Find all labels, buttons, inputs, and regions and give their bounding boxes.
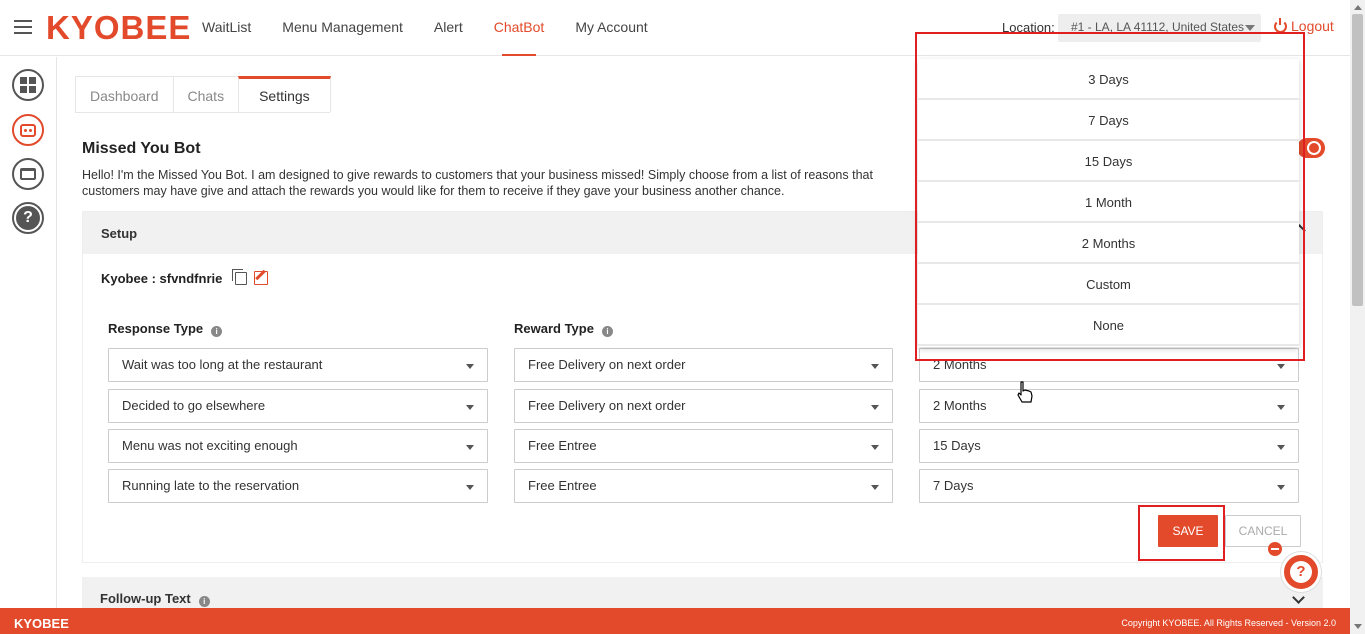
menu-item-3-days[interactable]: 3 Days [918, 59, 1299, 100]
scroll-thumb[interactable] [1352, 14, 1363, 306]
cake-icon[interactable] [12, 158, 44, 190]
chevron-down-icon [1277, 445, 1285, 450]
chevron-down-icon [466, 405, 474, 410]
chevron-down-icon [1277, 405, 1285, 410]
logout-link[interactable]: Logout [1274, 18, 1334, 34]
bot-enable-toggle[interactable] [1297, 138, 1325, 158]
menu-item-1-month[interactable]: 1 Month [918, 182, 1299, 223]
footer-brand: KYOBEE [14, 616, 69, 631]
chatbot-icon[interactable] [12, 114, 44, 146]
chevron-down-icon [1277, 364, 1285, 369]
nav-chatbot[interactable]: ChatBot [494, 0, 544, 56]
response-type-select[interactable]: Wait was too long at the restaurant [108, 348, 488, 382]
duration-select[interactable]: 15 Days [919, 429, 1299, 463]
chevron-down-icon [871, 364, 879, 369]
chevron-down-icon[interactable] [1292, 591, 1305, 604]
response-type-header: Response Type i [108, 321, 223, 337]
chevron-down-icon [1245, 25, 1255, 31]
duration-select[interactable]: 7 Days [919, 469, 1299, 503]
logout-label: Logout [1291, 18, 1334, 34]
location-select[interactable]: #1 - LA, LA 41112, United States [1058, 14, 1261, 42]
scroll-up-icon[interactable] [1354, 5, 1362, 10]
hamburger-menu-icon[interactable] [14, 20, 32, 34]
nav-waitlist[interactable]: WaitList [202, 0, 251, 56]
chevron-down-icon [871, 405, 879, 410]
main-nav: WaitList Menu Management Alert ChatBot M… [202, 0, 679, 56]
page-title: Missed You Bot [82, 140, 201, 157]
menu-item-none[interactable]: None [918, 305, 1299, 346]
dashboard-icon[interactable] [12, 69, 44, 101]
menu-item-15-days[interactable]: 15 Days [918, 141, 1299, 182]
nav-alert[interactable]: Alert [434, 0, 463, 56]
nav-my-account[interactable]: My Account [575, 0, 647, 56]
response-type-select[interactable]: Decided to go elsewhere [108, 389, 488, 423]
reward-type-select[interactable]: Free Delivery on next order [514, 389, 893, 423]
chevron-down-icon [466, 364, 474, 369]
cancel-button[interactable]: CANCEL [1225, 515, 1301, 547]
duration-select[interactable]: 2 Months [919, 348, 1299, 382]
footer: KYOBEE Copyright KYOBEE. All Rights Rese… [0, 608, 1350, 634]
footer-copyright: Copyright KYOBEE. All Rights Reserved - … [1121, 618, 1336, 628]
info-icon[interactable]: i [211, 326, 223, 337]
question-icon: ? [1290, 561, 1312, 583]
reward-type-select[interactable]: Free Entree [514, 429, 893, 463]
setup-label: Setup [101, 226, 138, 241]
scroll-down-icon[interactable] [1354, 624, 1362, 629]
top-navbar: KYOBEE WaitList Menu Management Alert Ch… [0, 0, 1350, 56]
location-label: Location: [1002, 20, 1055, 35]
info-icon[interactable]: i [601, 326, 613, 337]
location-value: #1 - LA, LA 41112, United States [1071, 20, 1245, 34]
tab-settings[interactable]: Settings [238, 76, 331, 112]
nav-menu-management[interactable]: Menu Management [282, 0, 403, 56]
chevron-down-icon [1277, 485, 1285, 490]
chatbot-tabs: Dashboard Chats Settings [75, 76, 331, 113]
save-button[interactable]: SAVE [1158, 515, 1218, 547]
bot-description: Hello! I'm the Missed You Bot. I am desi… [82, 168, 873, 198]
response-type-select[interactable]: Running late to the reservation [108, 469, 488, 503]
power-icon [1274, 18, 1287, 33]
bot-name-label: Kyobee : sfvndfnrie [101, 271, 223, 286]
edit-icon[interactable] [254, 271, 268, 285]
chevron-down-icon [466, 445, 474, 450]
reward-type-select[interactable]: Free Delivery on next order [514, 348, 893, 382]
copy-icon[interactable] [232, 269, 247, 285]
tab-chats[interactable]: Chats [172, 76, 240, 112]
duration-select[interactable]: 2 Months [919, 389, 1299, 423]
chevron-down-icon [871, 445, 879, 450]
help-chat-button[interactable]: ? [1281, 552, 1321, 592]
page-scrollbar[interactable] [1350, 0, 1365, 634]
menu-item-custom[interactable]: Custom [918, 264, 1299, 305]
info-icon[interactable]: i [198, 596, 210, 607]
followup-text-header[interactable]: Follow-up Text i [82, 577, 1323, 608]
remove-icon[interactable] [1268, 542, 1282, 556]
reward-type-header: Reward Type i [514, 321, 613, 337]
chevron-down-icon [466, 485, 474, 490]
brand-logo: KYOBEE [46, 9, 192, 46]
chevron-down-icon [871, 485, 879, 490]
menu-item-7-days[interactable]: 7 Days [918, 100, 1299, 141]
response-type-select[interactable]: Menu was not exciting enough [108, 429, 488, 463]
duration-dropdown-menu: 3 Days 7 Days 15 Days 1 Month 2 Months C… [918, 59, 1299, 347]
reward-type-select[interactable]: Free Entree [514, 469, 893, 503]
tab-dashboard[interactable]: Dashboard [75, 76, 174, 112]
left-sidebar: ? [0, 57, 57, 608]
menu-item-2-months[interactable]: 2 Months [918, 223, 1299, 264]
help-icon[interactable]: ? [12, 202, 44, 234]
